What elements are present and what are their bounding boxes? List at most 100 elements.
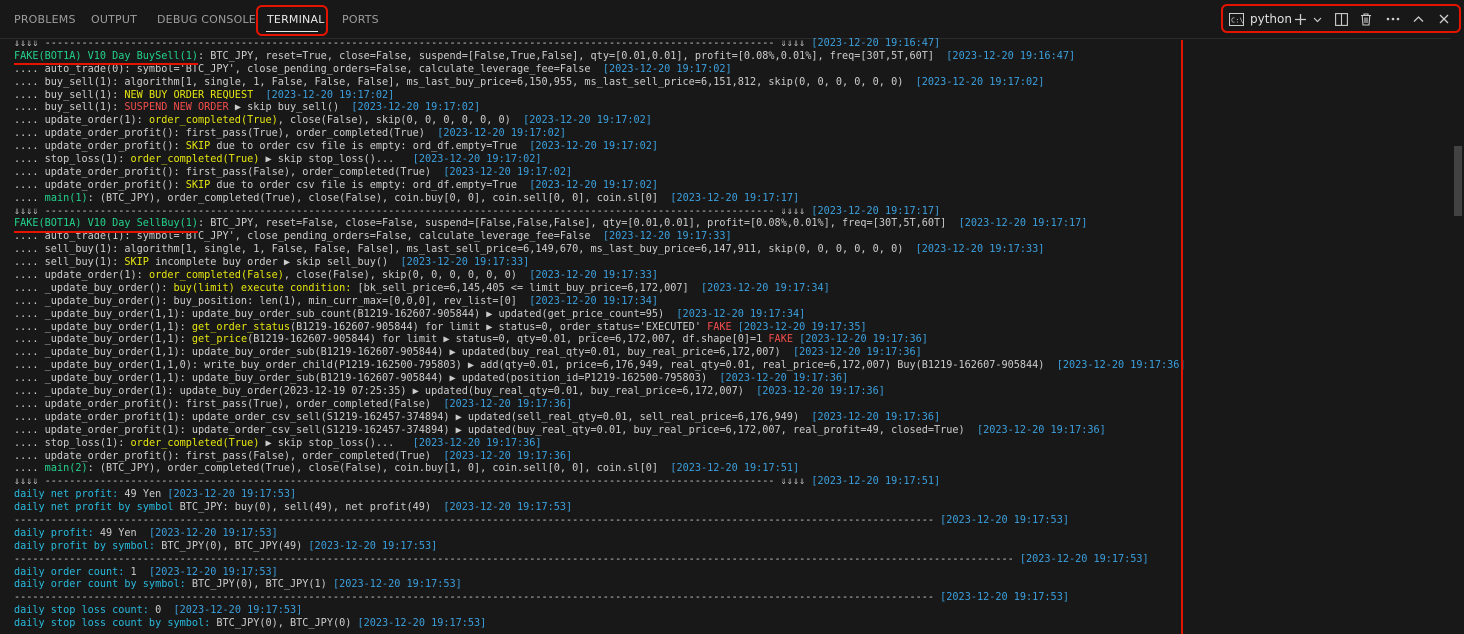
log-text: .... sell_buy(1): algorithm[1, single, 1… <box>14 244 916 256</box>
log-text: 0 <box>148 605 174 617</box>
timestamp: [2023-12-20 19:17:53] <box>443 502 573 514</box>
log-text: .... _update_buy_order(1): update_buy_or… <box>14 386 757 398</box>
terminal-line: .... main(1): (BTC_JPY), order_completed… <box>14 193 1189 206</box>
log-text: .... auto_trade(0): symbol='BTC_JPY', cl… <box>14 63 603 75</box>
tab-ports[interactable]: PORTS <box>342 13 379 26</box>
log-text: get_order_status <box>191 321 291 333</box>
log-text: BTC_JPY(0), BTC_JPY(49) <box>155 540 309 552</box>
terminal-line: daily stop loss count by symbol: BTC_JPY… <box>14 618 1189 631</box>
terminal-line: .... update_order_profit(1): update_orde… <box>14 412 1189 425</box>
log-text: FAKE(BOT1A) V10 Day SellBuy(1) <box>14 218 199 230</box>
log-text: order_completed(True) <box>130 437 260 449</box>
terminal-line: FAKE(BOT1A) V10 Day BuySell(1): BTC_JPY,… <box>14 51 1189 64</box>
terminal-line: .... buy_sell(1): algorithm[1, single, 1… <box>14 77 1189 90</box>
log-text: daily order count by symbol: <box>14 579 186 591</box>
terminal-name-label[interactable]: python <box>1250 6 1292 32</box>
terminal-line: .... buy_sell(1): SUSPEND NEW ORDER ▶ sk… <box>14 102 1189 115</box>
timestamp: [2023-12-20 19:17:17] <box>958 218 1088 230</box>
log-text: ----------------------------------------… <box>14 514 941 526</box>
terminal-output[interactable]: ⇓⇓⇓⇓ -----------------------------------… <box>14 38 1189 631</box>
log-text: order_completed(True) <box>130 154 260 166</box>
log-text: .... update_order_profit(): <box>14 141 186 153</box>
terminal-line: .... _update_buy_order(): buy_position: … <box>14 296 1189 309</box>
log-text: ⇓⇓⇓⇓ -----------------------------------… <box>14 476 812 488</box>
output-boundary-line <box>1181 40 1183 634</box>
timestamp: [2023-12-20 19:17:02] <box>523 115 652 127</box>
timestamp: [2023-12-20 19:17:53] <box>940 514 1069 526</box>
terminal-line: .... buy_sell(1): NEW BUY ORDER REQUEST … <box>14 90 1189 103</box>
terminal-line: .... stop_loss(1): order_completed(True)… <box>14 438 1189 451</box>
timestamp: [2023-12-20 19:17:02] <box>351 102 481 114</box>
scrollbar-thumb[interactable] <box>1454 146 1462 216</box>
terminal-line: .... update_order(1): order_completed(Fa… <box>14 270 1189 283</box>
tab-debug-console[interactable]: DEBUG CONSOLE <box>157 13 256 26</box>
log-text: 1 <box>124 566 149 578</box>
log-text: : BTC_JPY, reset=True, close=False, susp… <box>198 50 947 62</box>
terminal-line: .... update_order_profit(): SKIP due to … <box>14 141 1189 154</box>
terminal-line: daily net profit: 49 Yen [2023-12-20 19:… <box>14 489 1189 502</box>
timestamp: [2023-12-20 19:16:47] <box>946 50 1076 62</box>
log-text: NEW BUY ORDER REQUEST <box>124 89 254 101</box>
timestamp: [2023-12-20 19:17:02] <box>443 166 573 178</box>
plus-icon[interactable] <box>1294 6 1307 32</box>
trash-icon[interactable] <box>1360 6 1372 32</box>
terminal-line: .... stop_loss(1): order_completed(True)… <box>14 154 1189 167</box>
tab-output[interactable]: OUTPUT <box>91 13 137 26</box>
terminal-line: .... _update_buy_order(): buy(limit) exe… <box>14 283 1189 296</box>
timestamp: [2023-12-20 19:17:53] <box>940 592 1069 604</box>
terminal-line: daily stop loss count: 0 [2023-12-20 19:… <box>14 605 1189 618</box>
terminal-line: ----------------------------------------… <box>14 592 1189 605</box>
timestamp: [2023-12-20 19:17:02] <box>529 141 659 153</box>
split-icon[interactable] <box>1335 6 1348 32</box>
log-text: buy(limit) execute condition: <box>173 282 352 294</box>
log-text: ⇓⇓⇓⇓ -----------------------------------… <box>14 38 812 49</box>
close-icon[interactable] <box>1439 6 1449 32</box>
terminal-line: daily net profit by symbol BTC_JPY: buy(… <box>14 502 1189 515</box>
log-text: .... _update_buy_order(1,1): update_buy_… <box>14 373 720 385</box>
timestamp: [2023-12-20 19:17:53] <box>1019 553 1149 565</box>
timestamp: [2023-12-20 19:17:17] <box>670 192 800 204</box>
timestamp: [2023-12-20 19:17:36] <box>443 398 573 410</box>
log-text: .... _update_buy_order(): <box>14 282 174 294</box>
log-text: .... <box>14 463 39 475</box>
terminal-line: .... auto_trade(1): symbol='BTC_JPY', cl… <box>14 231 1189 244</box>
terminal-icon[interactable]: C:\ <box>1229 6 1244 32</box>
log-text: daily stop loss count: <box>14 605 149 617</box>
log-text: .... _update_buy_order(1,1): <box>14 334 192 346</box>
chevron-down-icon[interactable] <box>1313 6 1322 32</box>
timestamp: [2023-12-20 19:17:36] <box>719 373 849 385</box>
log-text: .... update_order_profit(): first_pass(F… <box>14 166 444 178</box>
tab-problems[interactable]: PROBLEMS <box>14 13 76 26</box>
terminal-line: .... sell_buy(1): SKIP incomplete buy or… <box>14 257 1189 270</box>
log-text: .... buy_sell(1): <box>14 102 125 114</box>
log-text: 49 Yen <box>118 489 168 501</box>
log-text: ⇓⇓⇓⇓ -----------------------------------… <box>14 205 812 217</box>
log-text: 49 Yen <box>93 527 149 539</box>
log-text: FAKE <box>768 334 793 346</box>
timestamp: [2023-12-20 19:17:34] <box>700 282 830 294</box>
log-text: SKIP <box>124 257 149 269</box>
terminal-tab-highlight <box>256 5 328 36</box>
more-icon[interactable] <box>1386 6 1400 32</box>
terminal-line: .... update_order_profit(): first_pass(T… <box>14 399 1189 412</box>
terminal-line: daily order count: 1 [2023-12-20 19:17:5… <box>14 567 1189 580</box>
buysell-underline <box>14 63 198 65</box>
chevron-up-icon[interactable] <box>1413 6 1424 32</box>
timestamp: [2023-12-20 19:17:02] <box>529 179 659 191</box>
terminal-line: ----------------------------------------… <box>14 554 1189 567</box>
timestamp: [2023-12-20 19:17:35] <box>737 321 867 333</box>
timestamp: [2023-12-20 19:17:33] <box>915 244 1045 256</box>
terminal-line: .... _update_buy_order(1,1): get_price(B… <box>14 334 1189 347</box>
timestamp: [2023-12-20 19:17:53] <box>148 566 278 578</box>
terminal-line: ⇓⇓⇓⇓ -----------------------------------… <box>14 38 1189 51</box>
terminal-scrollbar[interactable] <box>1450 38 1464 634</box>
log-text: .... buy_sell(1): <box>14 89 125 101</box>
terminal-line: ----------------------------------------… <box>14 515 1189 528</box>
log-text: .... _update_buy_order(1,1): <box>14 321 192 333</box>
log-text: SKIP <box>185 141 211 153</box>
log-text: .... _update_buy_order(1,1): update_buy_… <box>14 347 793 359</box>
timestamp: [2023-12-20 19:17:36] <box>443 450 573 462</box>
log-text: .... auto_trade(1): symbol='BTC_JPY', cl… <box>14 231 603 243</box>
terminal-line: .... _update_buy_order(1,1): get_order_s… <box>14 322 1189 335</box>
log-text: order_completed(True) <box>148 115 278 127</box>
